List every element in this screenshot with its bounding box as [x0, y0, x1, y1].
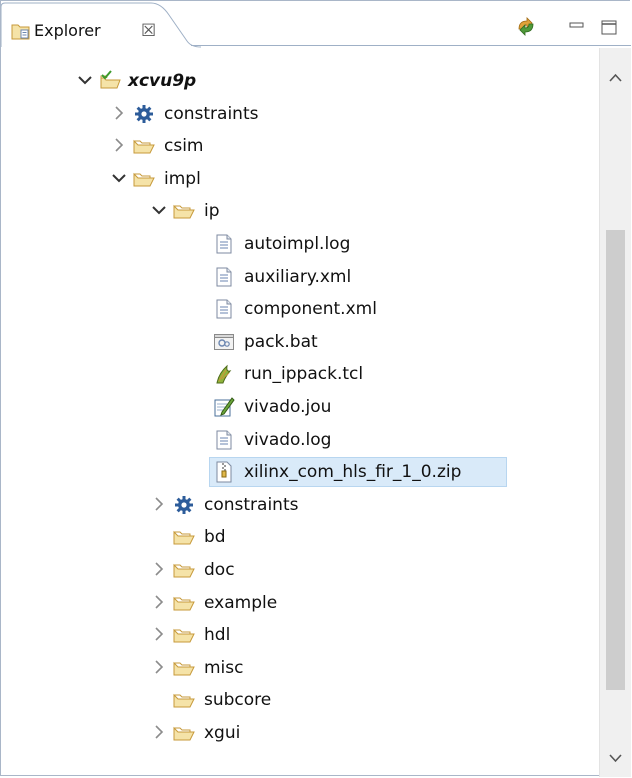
zip-file-icon: [213, 461, 235, 483]
tree-row[interactable]: example: [1, 587, 601, 619]
text-file-icon: [213, 298, 235, 320]
tree-row[interactable]: xgui: [1, 717, 601, 749]
folder-icon: [173, 624, 195, 646]
tree-label: xilinx_com_hls_fir_1_0.zip: [244, 462, 462, 482]
chevron-down-icon[interactable]: [151, 202, 167, 218]
project-tree: xcvu9p constraints csim impl ip autoimpl…: [1, 48, 601, 777]
tree-row[interactable]: run_ippack.tcl: [1, 358, 601, 390]
tree-label: auxiliary.xml: [244, 267, 352, 287]
tree-row[interactable]: constraints: [1, 489, 601, 521]
tree-label: doc: [204, 560, 235, 580]
chevron-right-icon[interactable]: [151, 659, 167, 675]
tree-label: subcore: [204, 690, 272, 710]
tree-label: ip: [204, 201, 220, 221]
batch-file-icon: [213, 331, 235, 353]
tree-label: xcvu9p: [128, 71, 197, 91]
tree-row[interactable]: vivado.jou: [1, 391, 601, 423]
tree-row[interactable]: ip: [1, 195, 601, 227]
tree-row-project[interactable]: xcvu9p: [1, 65, 601, 97]
chevron-right-icon[interactable]: [111, 137, 127, 153]
tree-row[interactable]: csim: [1, 130, 601, 162]
vertical-scrollbar[interactable]: [599, 48, 631, 777]
tree-label: autoimpl.log: [244, 234, 351, 254]
tree-row[interactable]: constraints: [1, 98, 601, 130]
tree-label: example: [204, 593, 278, 613]
explorer-icon: [11, 22, 31, 42]
tree-label: vivado.jou: [244, 397, 332, 417]
tree-row[interactable]: component.xml: [1, 293, 601, 325]
folder-icon: [173, 200, 195, 222]
chevron-right-icon[interactable]: [151, 724, 167, 740]
sync-icon[interactable]: [515, 15, 537, 37]
header-divider: [191, 45, 631, 46]
chevron-right-icon[interactable]: [151, 594, 167, 610]
tree-row[interactable]: subcore: [1, 684, 601, 716]
chevron-right-icon[interactable]: [151, 626, 167, 642]
maximize-icon[interactable]: [598, 15, 620, 37]
chevron-right-icon[interactable]: [111, 105, 127, 121]
tree-label: component.xml: [244, 299, 377, 319]
folder-icon: [173, 592, 195, 614]
tree-label: vivado.log: [244, 430, 332, 450]
gear-icon: [133, 103, 155, 125]
tree-label: constraints: [204, 495, 299, 515]
tree-label: run_ippack.tcl: [244, 364, 364, 384]
tree-row[interactable]: pack.bat: [1, 326, 601, 358]
folder-icon: [133, 135, 155, 157]
text-file-icon: [213, 266, 235, 288]
tree-row[interactable]: hdl: [1, 619, 601, 651]
scroll-up-icon[interactable]: [600, 64, 631, 92]
tree-row[interactable]: xilinx_com_hls_fir_1_0.zip: [1, 456, 601, 488]
scroll-down-icon[interactable]: [600, 744, 631, 772]
tree-row[interactable]: autoimpl.log: [1, 228, 601, 260]
tab-title: Explorer: [34, 21, 101, 40]
journal-file-icon: [213, 396, 235, 418]
tree-row[interactable]: vivado.log: [1, 424, 601, 456]
scrollbar-thumb[interactable]: [606, 230, 625, 690]
tree-row[interactable]: doc: [1, 554, 601, 586]
folder-icon: [173, 526, 195, 548]
folder-icon: [173, 722, 195, 744]
explorer-tab[interactable]: Explorer ☒: [1, 1, 201, 48]
folder-icon: [133, 168, 155, 190]
tree-label: xgui: [204, 723, 241, 743]
explorer-panel: Explorer ☒ xcvu9p constraints csim impl …: [0, 0, 631, 777]
folder-icon: [173, 657, 195, 679]
tree-label: constraints: [164, 104, 259, 124]
tree-row[interactable]: auxiliary.xml: [1, 261, 601, 293]
tree-label: misc: [204, 658, 244, 678]
tree-row[interactable]: bd: [1, 521, 601, 553]
text-file-icon: [213, 429, 235, 451]
folder-icon: [173, 559, 195, 581]
view-header: Explorer ☒: [1, 1, 631, 48]
tree-label: hdl: [204, 625, 231, 645]
tree-label: bd: [204, 527, 226, 547]
close-icon[interactable]: ☒: [141, 21, 156, 41]
folder-icon: [173, 689, 195, 711]
chevron-down-icon[interactable]: [111, 170, 127, 186]
text-file-icon: [213, 233, 235, 255]
project-folder-icon: [99, 70, 121, 92]
tree-label: impl: [164, 169, 201, 189]
gear-icon: [173, 494, 195, 516]
minimize-icon[interactable]: [565, 15, 587, 37]
tab-shape: [1, 2, 201, 48]
chevron-right-icon[interactable]: [151, 496, 167, 512]
tree-row[interactable]: impl: [1, 163, 601, 195]
chevron-right-icon[interactable]: [151, 561, 167, 577]
chevron-down-icon[interactable]: [77, 72, 93, 88]
tree-label: csim: [164, 136, 204, 156]
tree-row[interactable]: misc: [1, 652, 601, 684]
tcl-file-icon: [213, 363, 235, 385]
tree-label: pack.bat: [244, 332, 318, 352]
